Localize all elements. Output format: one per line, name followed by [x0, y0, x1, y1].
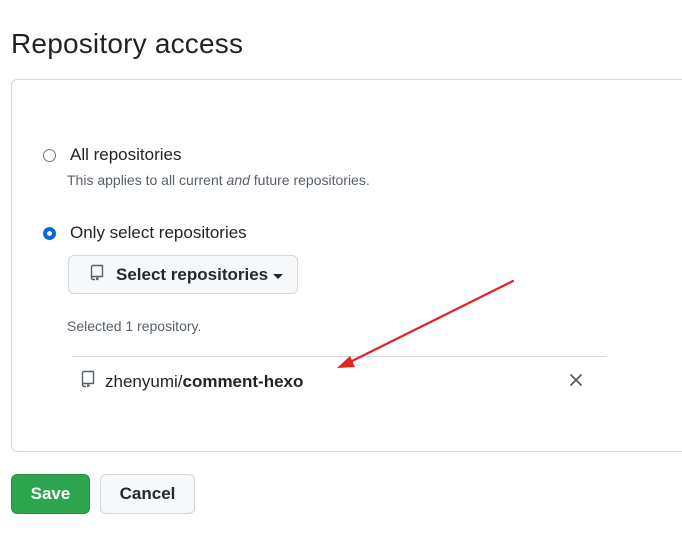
divider [72, 356, 606, 357]
radio-all-repositories[interactable] [43, 148, 56, 162]
repo-owner: zhenyumi/ [105, 371, 183, 391]
remove-repo-button[interactable] [567, 373, 585, 391]
radio-option-only-select-repositories[interactable]: Only select repositories [43, 223, 247, 243]
select-repositories-label: Select repositories [116, 264, 269, 284]
selected-repo-item: zhenyumi/comment-hexo [81, 370, 303, 393]
radio-option-all-repositories[interactable]: All repositories [43, 145, 182, 165]
radio-description-all-repositories: This applies to all current and future r… [67, 172, 370, 188]
repo-name: comment-hexo [182, 371, 304, 391]
select-repositories-button[interactable]: Select repositories [68, 255, 298, 294]
repo-icon [81, 370, 97, 393]
radio-only-select-repositories[interactable] [43, 226, 56, 240]
repo-icon [90, 264, 106, 286]
page-title: Repository access [11, 28, 244, 59]
cancel-button[interactable]: Cancel [100, 474, 195, 514]
save-button[interactable]: Save [11, 474, 90, 514]
radio-label-only-select-repositories: Only select repositories [70, 223, 247, 242]
close-icon [570, 373, 582, 391]
radio-label-all-repositories: All repositories [70, 145, 182, 164]
selected-count: Selected 1 repository. [67, 318, 202, 334]
caret-down-icon [273, 273, 284, 279]
